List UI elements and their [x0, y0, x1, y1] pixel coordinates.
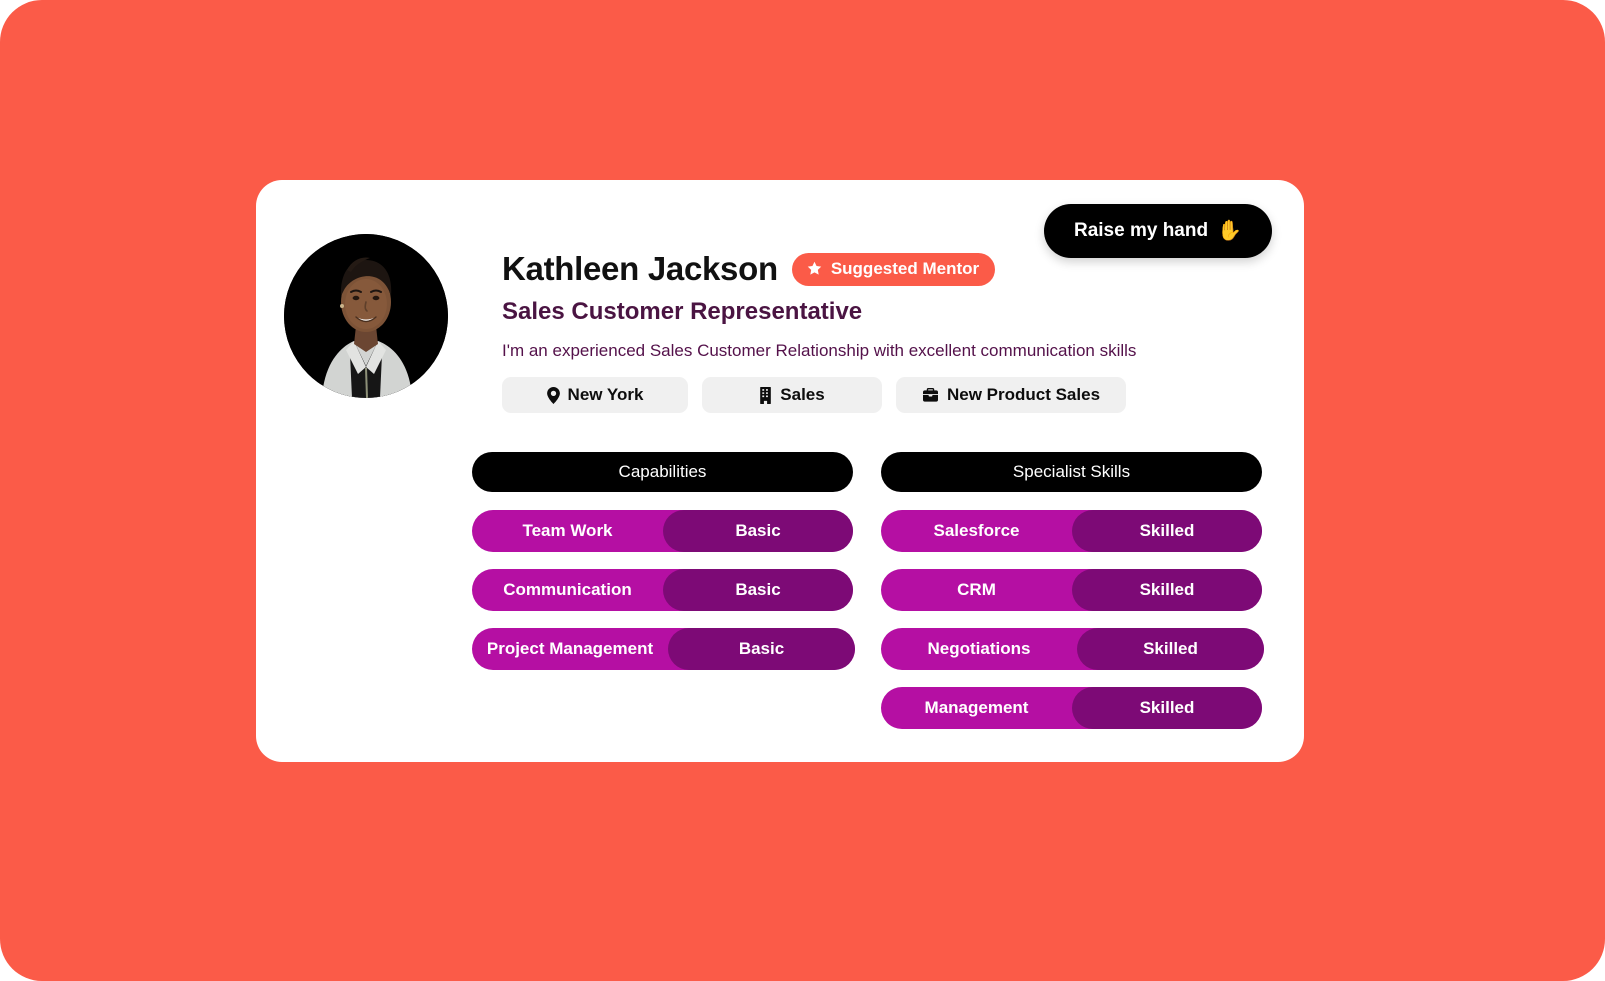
skill-row-team-work[interactable]: Team Work Basic: [472, 510, 853, 552]
skill-name: Project Management: [486, 639, 654, 658]
briefcase-icon: [922, 387, 939, 403]
star-icon: [806, 260, 823, 277]
profile-header: Kathleen Jackson Suggested Mentor Sales …: [256, 180, 1304, 413]
skill-row-communication[interactable]: Communication Basic: [472, 569, 853, 611]
skill-name: CRM: [957, 580, 996, 599]
skill-name: Management: [924, 698, 1029, 717]
skill-level: Skilled: [1072, 687, 1262, 729]
skill-level: Basic: [668, 628, 855, 670]
suggested-mentor-badge: Suggested Mentor: [791, 252, 996, 286]
page-title: Kathleen Jackson: [502, 250, 778, 287]
skill-level: Skilled: [1072, 510, 1262, 552]
suggested-mentor-label: Suggested Mentor: [830, 258, 980, 278]
profile-bio: I'm an experienced Sales Customer Relati…: [502, 341, 1137, 360]
skill-name: Salesforce: [933, 521, 1020, 540]
tag-product[interactable]: New Product Sales: [896, 377, 1126, 413]
identity-block: Kathleen Jackson Suggested Mentor Sales …: [502, 234, 1136, 413]
profile-card: Raise my hand ✋ Kathleen Jackson Suggest…: [256, 180, 1304, 762]
skill-row-salesforce[interactable]: Salesforce Skilled: [881, 510, 1262, 552]
skills-section: Capabilities Team Work Basic Communicati…: [472, 452, 1264, 746]
skill-level: Basic: [663, 510, 853, 552]
tag-location[interactable]: New York: [502, 377, 688, 413]
tag-department-label: Sales: [780, 385, 825, 404]
skill-column-header-capabilities: Capabilities: [472, 452, 853, 492]
building-icon: [759, 386, 772, 404]
skill-row-crm[interactable]: CRM Skilled: [881, 569, 1262, 611]
tag-product-label: New Product Sales: [946, 385, 1101, 404]
avatar: [284, 234, 448, 398]
skill-name: Negotiations: [927, 639, 1031, 658]
skill-level: Skilled: [1077, 628, 1264, 670]
skill-level: Skilled: [1072, 569, 1262, 611]
skill-column-header-specialist-skills: Specialist Skills: [881, 452, 1262, 492]
tag-location-label: New York: [567, 385, 644, 404]
map-pin-icon: [546, 386, 560, 404]
skill-row-negotiations[interactable]: Negotiations Skilled: [881, 628, 1264, 670]
tag-department[interactable]: Sales: [702, 377, 882, 413]
skill-column-capabilities: Capabilities Team Work Basic Communicati…: [472, 452, 855, 746]
page-canvas: Raise my hand ✋ Kathleen Jackson Suggest…: [0, 0, 1605, 981]
profile-tags: New York Sales New Product Sales: [502, 377, 1136, 413]
skill-row-project-management[interactable]: Project Management Basic: [472, 628, 855, 670]
name-row: Kathleen Jackson Suggested Mentor: [502, 250, 1136, 288]
job-title: Sales Customer Representative: [502, 298, 863, 325]
skill-level: Basic: [663, 569, 853, 611]
skill-name: Communication: [503, 580, 632, 599]
skill-name: Team Work: [522, 521, 613, 540]
skill-row-management[interactable]: Management Skilled: [881, 687, 1262, 729]
skill-column-specialist-skills: Specialist Skills Salesforce Skilled CRM…: [881, 452, 1264, 746]
